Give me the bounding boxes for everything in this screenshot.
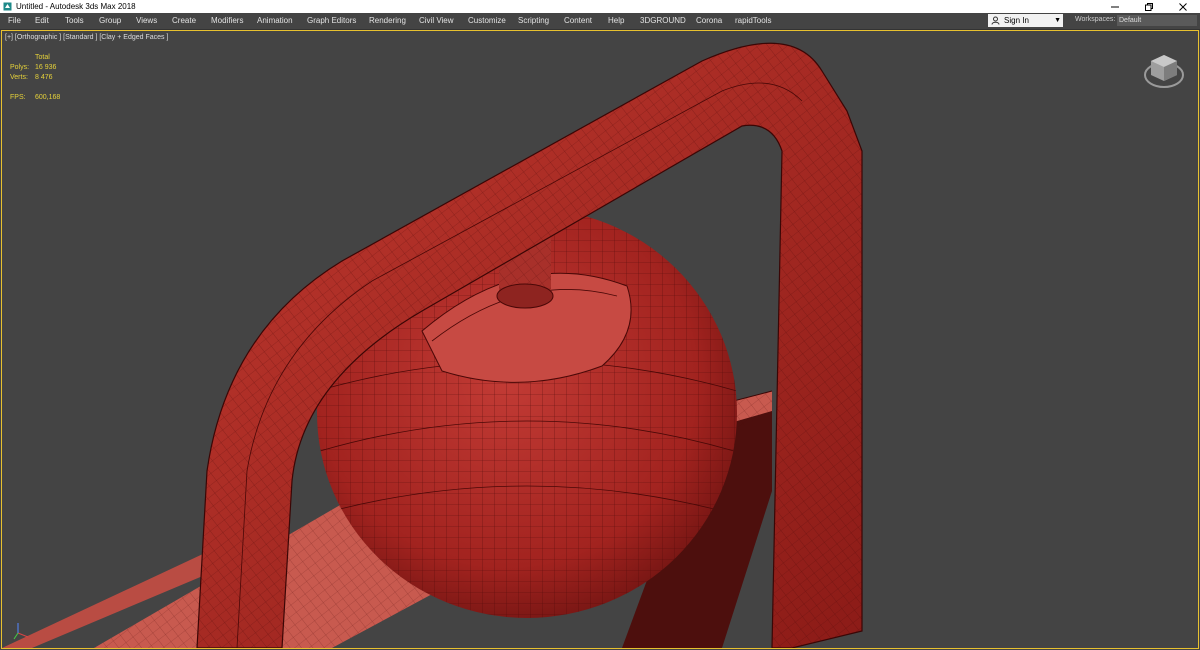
perspective-viewport[interactable]: [+] [Orthographic ] [Standard ] [Clay + … <box>1 30 1199 649</box>
menu-civil-view[interactable]: Civil View <box>419 15 454 27</box>
stats-polys-label: Polys: <box>10 64 30 71</box>
stats-verts-label: Verts: <box>10 74 28 81</box>
stats-fps-label: FPS: <box>10 94 26 101</box>
stats-total-label: Total <box>35 54 50 61</box>
close-icon[interactable] <box>1166 0 1200 13</box>
sign-in-label: Sign In <box>1004 16 1029 25</box>
menu-file[interactable]: File <box>8 15 21 27</box>
menu-rendering[interactable]: Rendering <box>369 15 406 27</box>
viewcube-icon[interactable] <box>1142 49 1186 93</box>
menu-bar: File Edit Tools Group Views Create Modif… <box>0 13 1200 30</box>
menu-modifiers[interactable]: Modifiers <box>211 15 243 27</box>
viewport-scene <box>2 42 863 648</box>
stats-polys-value: 16 936 <box>35 64 57 71</box>
chevron-down-icon: ▼ <box>1054 17 1061 24</box>
workspaces-select[interactable]: Default <box>1117 15 1197 26</box>
minimize-icon[interactable] <box>1098 0 1132 13</box>
stats-fps-value: 600,168 <box>35 94 61 101</box>
3dsmax-icon <box>3 2 12 11</box>
menu-create[interactable]: Create <box>172 15 196 27</box>
menu-tools[interactable]: Tools <box>65 15 84 27</box>
menu-3dground[interactable]: 3DGROUND <box>640 15 686 27</box>
menu-content[interactable]: Content <box>564 15 592 27</box>
menu-group[interactable]: Group <box>99 15 121 27</box>
menu-help[interactable]: Help <box>608 15 624 27</box>
3dsmax-window: Untitled - Autodesk 3ds Max 2018 File Ed… <box>0 0 1200 650</box>
viewport-label[interactable]: [+] [Orthographic ] [Standard ] [Clay + … <box>5 34 168 41</box>
statistics-overlay: Total Polys: 16 936 Verts: 8 476 FPS: 600,1… <box>10 53 60 103</box>
menu-animation[interactable]: Animation <box>257 15 293 27</box>
menu-graph-editors[interactable]: Graph Editors <box>307 15 356 27</box>
window-title: Untitled - Autodesk 3ds Max 2018 <box>16 2 136 11</box>
restore-icon[interactable] <box>1132 0 1166 13</box>
workspaces-label: Workspaces: <box>1075 16 1116 23</box>
menu-scripting[interactable]: Scripting <box>518 15 549 27</box>
menu-corona[interactable]: Corona <box>696 15 722 27</box>
axis-tripod-icon <box>10 619 34 643</box>
menu-customize[interactable]: Customize <box>468 15 506 27</box>
user-icon <box>991 16 1000 25</box>
menu-views[interactable]: Views <box>136 15 157 27</box>
sign-in-button[interactable]: Sign In ▼ <box>988 14 1063 27</box>
title-bar: Untitled - Autodesk 3ds Max 2018 <box>0 0 1200 13</box>
menu-rapidtools[interactable]: rapidTools <box>735 15 771 27</box>
menu-edit[interactable]: Edit <box>35 15 49 27</box>
stats-verts-value: 8 476 <box>35 74 53 81</box>
